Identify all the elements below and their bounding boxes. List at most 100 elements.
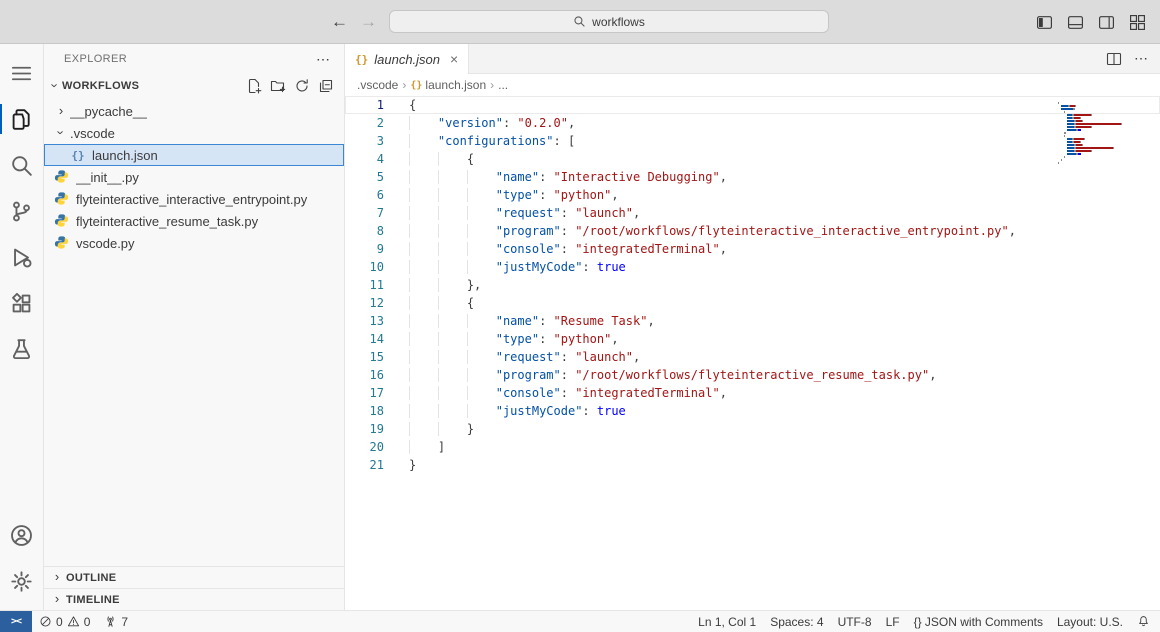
tree-item-.vscode[interactable]: ›.vscode: [44, 122, 344, 144]
token: "program": [496, 224, 561, 238]
code-line-2: 2 "version": "0.2.0",: [345, 114, 1160, 132]
tree-item-vscode.py[interactable]: vscode.py: [44, 232, 344, 254]
nav-forward-icon[interactable]: →: [360, 13, 377, 30]
tree-item-__init__.py[interactable]: __init__.py: [44, 166, 344, 188]
line-content: }: [409, 420, 474, 438]
ports-indicator[interactable]: 7: [97, 611, 135, 632]
outline-section[interactable]: › OUTLINE: [44, 566, 344, 588]
testing-icon[interactable]: [0, 326, 44, 372]
token: {: [467, 296, 474, 310]
sidebar-title: EXPLORER: [64, 53, 127, 65]
json-icon: {}: [70, 149, 86, 162]
token: {: [467, 152, 474, 166]
indent-guide: [467, 314, 496, 328]
code-line-14: 14 "type": "python",: [345, 330, 1160, 348]
token: "Resume Task": [554, 314, 648, 328]
customize-layout-icon[interactable]: [1129, 14, 1146, 31]
minimap-line: [1058, 156, 1150, 158]
editor-more-actions-icon[interactable]: ⋯: [1134, 50, 1148, 67]
command-center-search[interactable]: workflows: [389, 10, 829, 33]
tree-item-flyteinteractive_interactive_entrypoint.py[interactable]: flyteinteractive_interactive_entrypoint.…: [44, 188, 344, 210]
status-cursor-position[interactable]: Ln 1, Col 1: [691, 611, 763, 632]
code-line-8: 8 "program": "/root/workflows/flyteinter…: [345, 222, 1160, 240]
code-editor[interactable]: 1{2 "version": "0.2.0",3 "configurations…: [345, 96, 1160, 610]
token: ,: [568, 116, 575, 130]
activity-bar: [0, 44, 44, 610]
status-indentation[interactable]: Spaces: 4: [763, 611, 830, 632]
status-language-mode[interactable]: {} JSON with Comments: [907, 611, 1050, 632]
outline-label: OUTLINE: [66, 572, 116, 584]
tree-item-label: flyteinteractive_resume_task.py: [76, 214, 258, 229]
line-content: "type": "python",: [409, 330, 619, 348]
indent-guide: [438, 206, 467, 220]
indent-guide: [409, 404, 438, 418]
settings-gear-icon[interactable]: [0, 558, 44, 604]
token: "type": [496, 188, 539, 202]
new-folder-icon[interactable]: [270, 78, 286, 94]
breadcrumb-item[interactable]: .vscode: [357, 78, 398, 92]
toggle-primary-sidebar-icon[interactable]: [1036, 14, 1053, 31]
indent-guide: [409, 206, 438, 220]
token: : [: [554, 134, 576, 148]
indent-guide: [438, 278, 467, 292]
python-file-icon: [54, 169, 70, 185]
code-line-12: 12 {: [345, 294, 1160, 312]
indent-guide: [438, 224, 467, 238]
notifications-bell[interactable]: [1130, 611, 1160, 632]
source-control-icon[interactable]: [0, 188, 44, 234]
problems-indicator[interactable]: 0 0: [32, 611, 97, 632]
token: ]: [438, 440, 445, 454]
tree-item-flyteinteractive_resume_task.py[interactable]: flyteinteractive_resume_task.py: [44, 210, 344, 232]
status-encoding[interactable]: UTF-8: [831, 611, 879, 632]
token: {: [409, 98, 416, 112]
extensions-icon[interactable]: [0, 280, 44, 326]
code-line-17: 17 "console": "integratedTerminal",: [345, 384, 1160, 402]
new-file-icon[interactable]: [246, 78, 262, 94]
refresh-icon[interactable]: [294, 78, 310, 94]
line-content: "program": "/root/workflows/flyteinterac…: [409, 366, 936, 384]
workflows-section-header[interactable]: › WORKFLOWS: [44, 74, 344, 98]
python-file-icon: [54, 191, 70, 207]
code-line-16: 16 "program": "/root/workflows/flyteinte…: [345, 366, 1160, 384]
status-keyboard-layout[interactable]: Layout: U.S.: [1050, 611, 1130, 632]
remote-indicator[interactable]: ><: [0, 611, 32, 632]
bell-icon: [1137, 615, 1150, 628]
nav-back-icon[interactable]: ←: [331, 13, 348, 30]
toggle-secondary-sidebar-icon[interactable]: [1098, 14, 1115, 31]
toggle-panel-icon[interactable]: [1067, 14, 1084, 31]
code-line-3: 3 "configurations": [: [345, 132, 1160, 150]
breadcrumb-item[interactable]: {}launch.json: [410, 78, 486, 92]
timeline-section[interactable]: › TIMELINE: [44, 588, 344, 610]
minimap[interactable]: [1058, 102, 1150, 165]
status-eol[interactable]: LF: [879, 611, 907, 632]
split-editor-icon[interactable]: [1106, 51, 1122, 67]
token: :: [503, 116, 517, 130]
chevron-down-icon: ›: [48, 78, 63, 92]
collapse-all-icon[interactable]: [318, 78, 334, 94]
tree-item-launch.json[interactable]: {}launch.json: [44, 144, 344, 166]
code-line-19: 19 }: [345, 420, 1160, 438]
line-content: },: [409, 276, 481, 294]
editor-group: {} launch.json × ⋯ .vscode›{}launch.json…: [345, 44, 1160, 610]
indent-guide: [467, 242, 496, 256]
account-icon[interactable]: [0, 512, 44, 558]
explorer-more-actions-icon[interactable]: ⋯: [316, 51, 330, 68]
tab-launch-json[interactable]: {} launch.json ×: [345, 44, 469, 74]
token: :: [561, 242, 575, 256]
line-content: "console": "integratedTerminal",: [409, 384, 727, 402]
token: "type": [496, 332, 539, 346]
tree-item-__pycache__[interactable]: ›__pycache__: [44, 100, 344, 122]
search-sidebar-icon[interactable]: [0, 142, 44, 188]
indent-guide: [467, 224, 496, 238]
line-number: 1: [345, 96, 409, 114]
tab-close-icon[interactable]: ×: [450, 51, 458, 67]
minimap-line: [1058, 150, 1150, 152]
line-content: "version": "0.2.0",: [409, 114, 575, 132]
chevron-right-icon: ›: [50, 569, 64, 584]
menu-icon[interactable]: [0, 50, 44, 96]
breadcrumb-item[interactable]: ...: [498, 78, 508, 92]
code-line-1: 1{: [345, 96, 1160, 114]
explorer-icon[interactable]: [0, 96, 44, 142]
run-debug-icon[interactable]: [0, 234, 44, 280]
token: "justMyCode": [496, 260, 583, 274]
